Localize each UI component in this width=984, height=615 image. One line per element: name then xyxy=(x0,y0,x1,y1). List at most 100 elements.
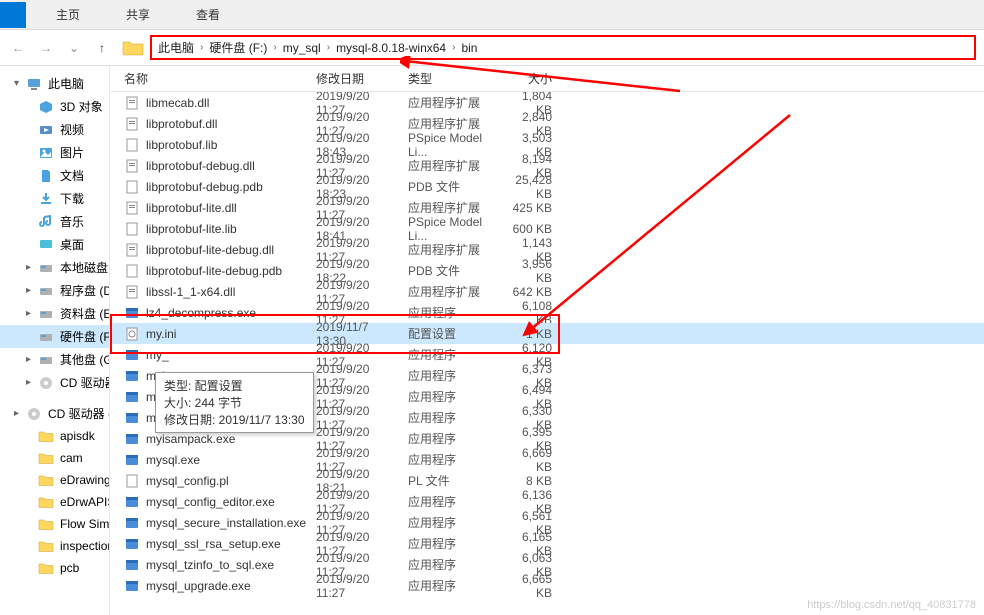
file-name: myisampack.exe xyxy=(146,432,235,446)
tooltip-size: 大小: 244 字节 xyxy=(164,394,305,411)
file-row[interactable]: mysql.exe2019/9/20 11:27应用程序6,669 KB xyxy=(110,449,984,470)
sidebar-item[interactable]: cam xyxy=(0,447,109,469)
expand-icon[interactable]: ▸ xyxy=(26,262,36,273)
file-row[interactable]: libprotobuf-lite.dll2019/9/20 11:27应用程序扩… xyxy=(110,197,984,218)
exe-icon xyxy=(124,515,140,531)
tab-view[interactable]: 查看 xyxy=(188,2,228,27)
dll-icon xyxy=(124,158,140,174)
file-type: PL 文件 xyxy=(402,472,502,489)
sidebar-item-label: 硬件盘 (F:) xyxy=(60,328,109,345)
sidebar-item-label: CD 驱动器 (V:) xyxy=(60,374,109,391)
file-type: 应用程序扩展 xyxy=(402,241,502,258)
file-row[interactable]: mysql_upgrade.exe2019/9/20 11:27应用程序6,66… xyxy=(110,575,984,596)
expand-icon[interactable]: ▸ xyxy=(26,377,36,388)
sidebar-item[interactable]: 硬件盘 (F:) xyxy=(0,325,109,348)
expand-icon[interactable]: ▾ xyxy=(14,78,24,89)
file-size: 1 KB xyxy=(502,327,572,341)
folder-icon xyxy=(38,516,54,532)
sidebar-item[interactable]: eDrawings xyxy=(0,469,109,491)
exe-icon xyxy=(124,305,140,321)
tab-share[interactable]: 共享 xyxy=(118,2,158,27)
sidebar-item[interactable]: 3D 对象 xyxy=(0,95,109,118)
crumb-item[interactable]: 硬件盘 (F:) xyxy=(209,39,267,56)
dll-icon xyxy=(124,284,140,300)
file-name: libprotobuf-debug.dll xyxy=(146,159,255,173)
crumb-sep: › xyxy=(327,42,330,53)
col-name-header[interactable]: 名称 xyxy=(110,70,310,87)
file-row[interactable]: libprotobuf-lite-debug.pdb2019/9/20 18:2… xyxy=(110,260,984,281)
file-row[interactable]: lz4_decompress.exe2019/9/20 11:27应用程序6,1… xyxy=(110,302,984,323)
watermark: https://blog.csdn.net/qq_40831778 xyxy=(807,599,976,611)
file-type: 应用程序 xyxy=(402,493,502,510)
sidebar-item-label: 资料盘 (E:) xyxy=(60,305,109,322)
sidebar-item[interactable]: 下载 xyxy=(0,187,109,210)
file-name: mysql_config_editor.exe xyxy=(146,495,275,509)
file-type: 应用程序 xyxy=(402,367,502,384)
sidebar-item[interactable]: ▸程序盘 (D:) xyxy=(0,279,109,302)
sidebar-item[interactable]: Flow Simulation xyxy=(0,513,109,535)
sidebar-item[interactable]: inspection xyxy=(0,535,109,557)
sidebar-item[interactable]: 音乐 xyxy=(0,210,109,233)
folder-icon xyxy=(122,39,144,57)
file-type: PDB 文件 xyxy=(402,262,502,279)
sidebar-item[interactable]: 图片 xyxy=(0,141,109,164)
file-row[interactable]: libprotobuf-debug.pdb2019/9/20 18:23PDB … xyxy=(110,176,984,197)
nav-history[interactable]: ⌄ xyxy=(62,36,86,60)
sidebar-item[interactable]: pcb xyxy=(0,557,109,579)
col-type-header[interactable]: 类型 xyxy=(402,70,502,87)
expand-icon[interactable]: ▸ xyxy=(26,354,36,365)
file-size: 6,665 KB xyxy=(502,572,572,600)
sidebar-item[interactable]: ▸ CD 驱动器 (V:) xyxy=(0,371,109,394)
pl-icon xyxy=(124,473,140,489)
docs-icon xyxy=(38,168,54,184)
cd-icon xyxy=(38,375,54,391)
tab-home[interactable]: 主页 xyxy=(48,2,88,27)
sidebar-item[interactable]: ▸CD 驱动器 (V:) So xyxy=(0,402,109,425)
crumb-sep: › xyxy=(200,42,203,53)
sidebar-item[interactable]: eDrwAPISDK xyxy=(0,491,109,513)
crumb-item[interactable]: 此电脑 xyxy=(158,39,194,56)
file-type: 应用程序 xyxy=(402,514,502,531)
sidebar-item[interactable]: ▸本地磁盘 (C:) xyxy=(0,256,109,279)
sidebar-item-label: pcb xyxy=(60,561,79,575)
nav-back[interactable]: ← xyxy=(6,36,30,60)
exe-icon xyxy=(124,410,140,426)
crumb-item[interactable]: bin xyxy=(461,41,477,55)
expand-icon[interactable]: ▸ xyxy=(26,285,36,296)
file-size: 425 KB xyxy=(502,201,572,215)
sidebar-item-label: 下载 xyxy=(60,190,84,207)
expand-icon[interactable]: ▸ xyxy=(14,408,24,419)
file-name: libmecab.dll xyxy=(146,96,209,110)
file-type: 应用程序 xyxy=(402,535,502,552)
disk-icon xyxy=(38,260,54,276)
folder-icon xyxy=(38,450,54,466)
sidebar-item[interactable]: ▸ 资料盘 (E:) xyxy=(0,302,109,325)
file-type: 应用程序 xyxy=(402,304,502,321)
crumb-sep: › xyxy=(273,42,276,53)
dll-icon xyxy=(124,242,140,258)
col-date-header[interactable]: 修改日期 xyxy=(310,70,402,87)
nav-row: ← → ⌄ ↑ 此电脑 › 硬件盘 (F:) › my_sql › mysql-8.0.18… xyxy=(0,30,984,66)
expand-icon[interactable]: ▸ xyxy=(26,308,36,319)
video-icon xyxy=(38,122,54,138)
sidebar-item[interactable]: apisdk xyxy=(0,425,109,447)
sidebar-item-label: apisdk xyxy=(60,429,95,443)
pdb-icon xyxy=(124,179,140,195)
sidebar-item[interactable]: 视频 xyxy=(0,118,109,141)
crumb-item[interactable]: my_sql xyxy=(283,41,321,55)
breadcrumb[interactable]: 此电脑›硬件盘 (F:)›my_sql›mysql-8.0.18-winx64›… xyxy=(150,35,976,60)
sidebar-item[interactable]: ▸其他盘 (G:) xyxy=(0,348,109,371)
file-type: 应用程序扩展 xyxy=(402,283,502,300)
file-name: mysql_config.pl xyxy=(146,474,229,488)
crumb-item[interactable]: mysql-8.0.18-winx64 xyxy=(336,41,446,55)
sidebar-item-label: 文档 xyxy=(60,167,84,184)
sidebar-item[interactable]: ▾此电脑 xyxy=(0,72,109,95)
file-type: 应用程序 xyxy=(402,451,502,468)
sidebar-item[interactable]: 桌面 xyxy=(0,233,109,256)
exe-icon xyxy=(124,389,140,405)
nav-forward[interactable]: → xyxy=(34,36,58,60)
col-size-header[interactable]: 大小 xyxy=(502,70,572,87)
sidebar-item[interactable]: 文档 xyxy=(0,164,109,187)
nav-up[interactable]: ↑ xyxy=(90,36,114,60)
file-name: mysql_secure_installation.exe xyxy=(146,516,306,530)
